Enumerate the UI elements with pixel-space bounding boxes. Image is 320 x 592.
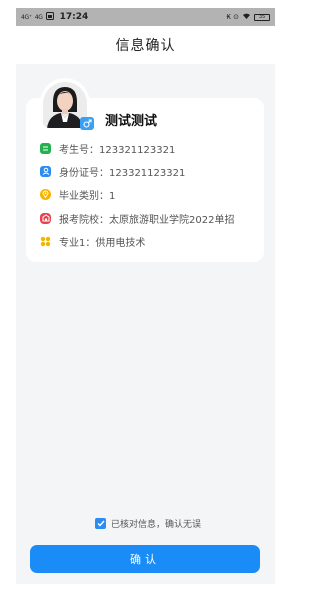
field-label: 毕业类别：1 <box>59 190 116 202</box>
candidate-name: 测试测试 <box>105 114 158 129</box>
phone-screen: 4G⁺ 4G 17:24 ₭ ⊙ 35 信息确认 测试测试 考生号：123321… <box>16 8 275 584</box>
checkbox-checked-icon[interactable] <box>95 518 106 529</box>
status-time: 17:24 <box>59 12 89 22</box>
confirm-button[interactable]: 确认 <box>30 545 260 573</box>
field-row-exam-number: 考生号：123321123321 <box>40 140 175 156</box>
signal-indicator-1: 4G⁺ <box>21 13 32 21</box>
agreement-label: 已核对信息，确认无误 <box>111 520 202 530</box>
field-row-graduation-category: 毕业类别：1 <box>40 186 115 202</box>
grid-icon <box>40 236 51 247</box>
sim-icon <box>45 11 54 23</box>
status-icons: ₭ ⊙ <box>226 13 239 21</box>
field-label: 报考院校：太原旅游职业学院2022单招 <box>59 214 235 226</box>
male-icon <box>80 117 94 130</box>
field-label: 考生号：123321123321 <box>59 144 176 156</box>
wifi-icon <box>242 12 251 22</box>
id-card-icon <box>40 142 51 154</box>
field-row-school: 报考院校：太原旅游职业学院2022单招 <box>40 210 234 226</box>
location-pin-icon <box>40 188 51 200</box>
page-header: 信息确认 <box>16 26 275 64</box>
field-label: 身份证号：123321123321 <box>59 167 186 179</box>
signal-indicator-2: 4G <box>34 13 43 21</box>
agreement-checkbox-row[interactable]: 已核对信息，确认无误 <box>95 517 201 530</box>
person-icon <box>40 165 51 177</box>
page-title: 信息确认 <box>115 38 176 54</box>
field-row-major: 专业1：供用电技术 <box>40 233 145 249</box>
field-row-id-number: 身份证号：123321123321 <box>40 163 185 179</box>
status-bar: 4G⁺ 4G 17:24 ₭ ⊙ 35 <box>16 8 275 26</box>
field-label: 专业1：供用电技术 <box>59 237 146 249</box>
battery-indicator: 35 <box>254 13 270 21</box>
school-icon <box>40 212 51 224</box>
